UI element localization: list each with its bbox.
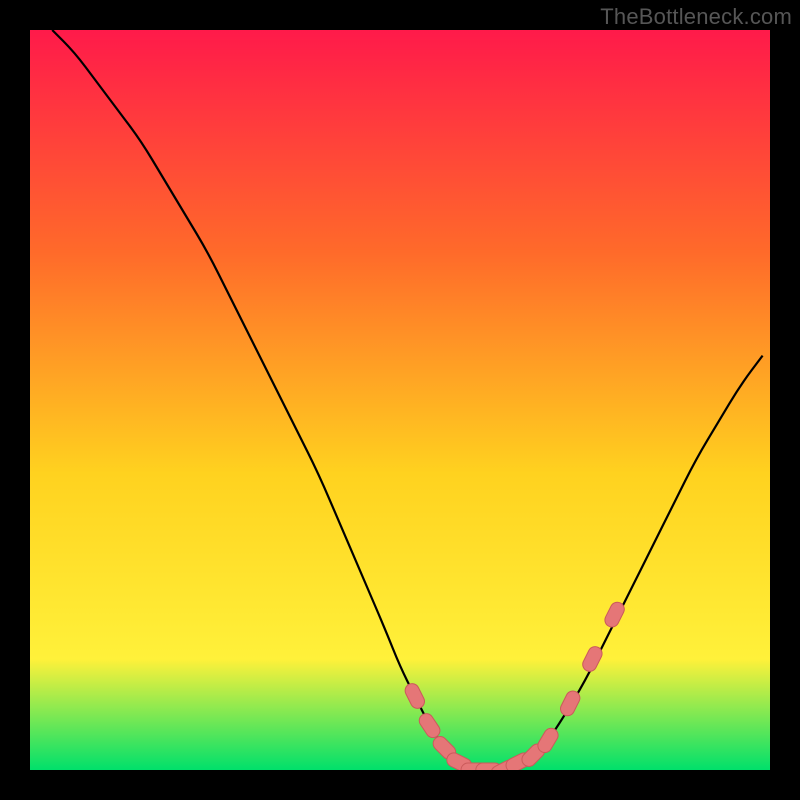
chart-frame: TheBottleneck.com (0, 0, 800, 800)
plot-area (30, 30, 770, 770)
chart-svg (30, 30, 770, 770)
watermark-text: TheBottleneck.com (600, 4, 792, 30)
